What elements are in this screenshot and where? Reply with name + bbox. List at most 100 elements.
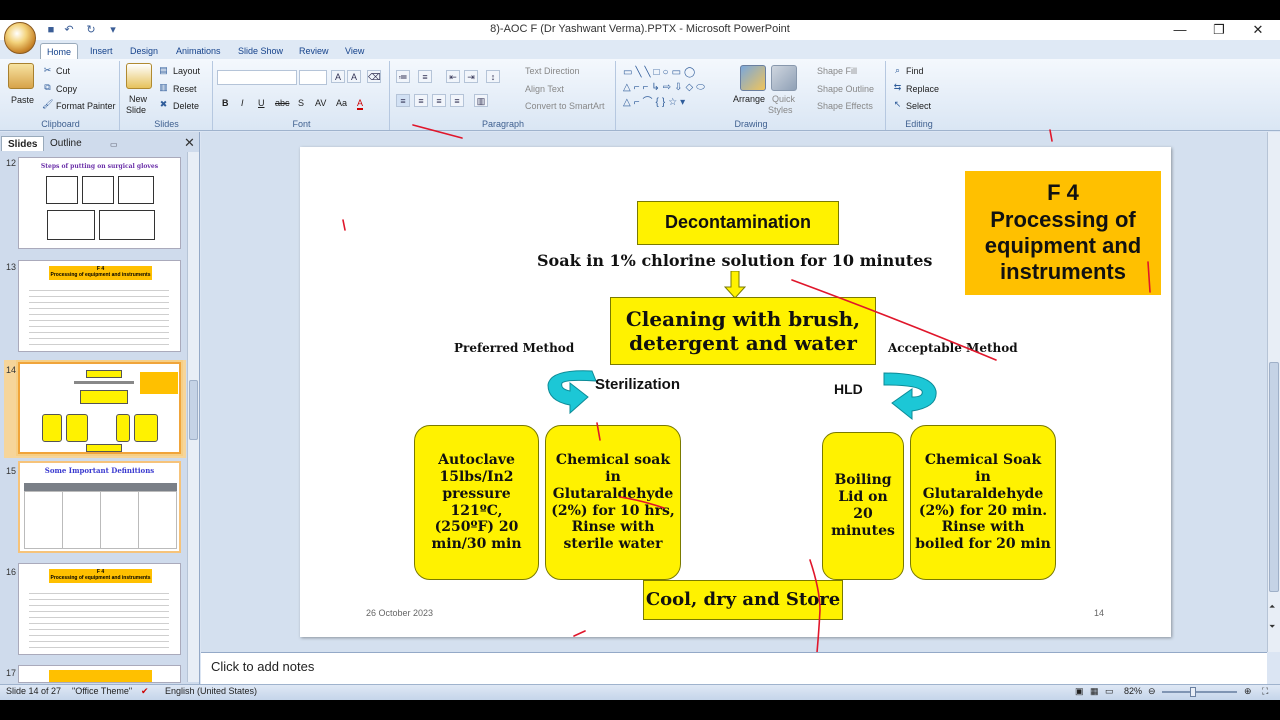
- zoom-slider-thumb[interactable]: [1190, 687, 1196, 697]
- line-spacing-icon[interactable]: ↕: [486, 70, 500, 83]
- columns-icon[interactable]: ▥: [474, 94, 488, 107]
- paste-button[interactable]: Paste: [11, 95, 34, 105]
- increase-indent-icon[interactable]: ⇥: [464, 70, 478, 83]
- boiling-box[interactable]: Boiling Lid on 20 minutes: [822, 432, 904, 580]
- tab-view[interactable]: View: [339, 43, 370, 59]
- font-name-combo[interactable]: [217, 70, 297, 85]
- notes-placeholder[interactable]: Click to add notes: [211, 659, 314, 674]
- delete-button[interactable]: Delete: [173, 101, 199, 111]
- tab-animations[interactable]: Animations: [170, 43, 227, 59]
- cut-button[interactable]: Cut: [56, 66, 70, 76]
- text-direction-button[interactable]: Text Direction: [525, 66, 580, 76]
- office-button-icon[interactable]: [4, 22, 36, 54]
- fit-to-window-icon[interactable]: ⛶: [1262, 686, 1268, 697]
- decontamination-box[interactable]: Decontamination: [637, 201, 839, 245]
- autoclave-box[interactable]: Autoclave 15lbs/In2 pressure 121ºC, (250…: [414, 425, 539, 580]
- decrease-indent-icon[interactable]: ⇤: [446, 70, 460, 83]
- notes-pane[interactable]: Click to add notes: [201, 652, 1267, 684]
- cool-dry-store-box[interactable]: Cool, dry and Store: [643, 580, 843, 620]
- arrange-icon[interactable]: [740, 65, 766, 91]
- quick-styles-label-1[interactable]: Quick: [772, 94, 795, 104]
- zoom-in-icon[interactable]: ⊕: [1244, 686, 1252, 697]
- paste-icon[interactable]: [8, 63, 34, 89]
- redo-icon[interactable]: ↻: [84, 24, 98, 36]
- tab-home[interactable]: Home: [40, 43, 79, 59]
- tab-insert[interactable]: Insert: [84, 43, 119, 59]
- grow-font-icon[interactable]: A: [331, 70, 345, 83]
- format-painter-button[interactable]: Format Painter: [56, 101, 116, 111]
- thumbnail-scroll-thumb[interactable]: [189, 380, 198, 440]
- find-button[interactable]: Find: [906, 66, 924, 76]
- italic-button[interactable]: I: [241, 98, 244, 108]
- clear-format-icon[interactable]: ⌫: [367, 70, 381, 83]
- restore-button[interactable]: ❐: [1199, 22, 1239, 38]
- quick-styles-icon[interactable]: [771, 65, 797, 91]
- sterilization-label[interactable]: Sterilization: [595, 376, 680, 393]
- slide-thumbnail-16[interactable]: F 4 Processing of equipment and instrume…: [18, 563, 181, 655]
- align-text-button[interactable]: Align Text: [525, 84, 564, 94]
- normal-view-icon[interactable]: ▣: [1075, 686, 1084, 697]
- align-center-icon[interactable]: ≡: [414, 94, 428, 107]
- undo-icon[interactable]: ↶: [62, 24, 76, 36]
- thumbnail-scrollbar[interactable]: [187, 152, 199, 682]
- font-color-button[interactable]: A: [357, 98, 364, 110]
- zoom-slider[interactable]: [1162, 691, 1237, 693]
- copy-button[interactable]: Copy: [56, 84, 77, 94]
- shape-outline-button[interactable]: Shape Outline: [817, 84, 874, 94]
- numbering-icon[interactable]: ≡: [418, 70, 432, 83]
- spellcheck-icon[interactable]: ✔: [141, 686, 149, 697]
- slide-scroll-thumb[interactable]: [1269, 362, 1279, 592]
- slide-canvas[interactable]: F 4 Processing of equipment and instrume…: [300, 147, 1171, 637]
- bullets-icon[interactable]: ≔: [396, 70, 410, 83]
- close-button[interactable]: ✕: [1238, 22, 1278, 38]
- slide-thumbnail-12[interactable]: Steps of putting on surgical gloves: [18, 157, 181, 249]
- tab-slides[interactable]: Slides: [1, 136, 45, 151]
- align-left-icon[interactable]: ≡: [396, 94, 410, 107]
- quick-styles-label-2[interactable]: Styles: [768, 105, 793, 115]
- slide-thumbnail-17[interactable]: [18, 665, 181, 683]
- language-status[interactable]: English (United States): [165, 686, 257, 696]
- preferred-method-label[interactable]: Preferred Method: [454, 341, 574, 355]
- slide-vertical-scrollbar[interactable]: ⏶ ⏷: [1267, 132, 1280, 652]
- shadow-button[interactable]: S: [298, 98, 304, 108]
- convert-smartart-button[interactable]: Convert to SmartArt: [525, 101, 605, 111]
- previous-slide-icon[interactable]: ⏶: [1269, 602, 1275, 612]
- save-icon[interactable]: ■: [44, 24, 58, 36]
- replace-button[interactable]: Replace: [906, 84, 939, 94]
- shrink-font-icon[interactable]: A: [347, 70, 361, 83]
- shape-effects-button[interactable]: Shape Effects: [817, 101, 873, 111]
- chemical-hld-box[interactable]: Chemical Soak in Glutaraldehyde (2%) for…: [910, 425, 1056, 580]
- justify-icon[interactable]: ≡: [450, 94, 464, 107]
- slide-thumbnail-13[interactable]: F 4 Processing of equipment and instrume…: [18, 260, 181, 352]
- new-slide-label-1[interactable]: New: [129, 94, 147, 104]
- char-spacing-button[interactable]: AV: [315, 98, 326, 108]
- next-slide-icon[interactable]: ⏷: [1269, 622, 1275, 632]
- slideshow-view-icon[interactable]: ▭: [1105, 686, 1114, 697]
- close-panel-icon[interactable]: ✕: [184, 135, 195, 151]
- slide-sorter-icon[interactable]: ▦: [1090, 686, 1099, 697]
- reset-button[interactable]: Reset: [173, 84, 197, 94]
- zoom-level[interactable]: 82%: [1124, 686, 1142, 696]
- underline-button[interactable]: U: [258, 98, 265, 108]
- qat-customize-icon[interactable]: ▾: [106, 24, 120, 36]
- font-size-combo[interactable]: [299, 70, 327, 85]
- tab-review[interactable]: Review: [293, 43, 335, 59]
- f4-heading-box[interactable]: F 4 Processing of equipment and instrume…: [965, 171, 1161, 295]
- new-slide-icon[interactable]: [126, 63, 152, 89]
- chemical-glutaraldehyde-box[interactable]: Chemical soak in Glutaraldehyde (2%) for…: [545, 425, 681, 580]
- arrange-button[interactable]: Arrange: [733, 94, 765, 104]
- bold-button[interactable]: B: [222, 98, 229, 108]
- soak-text[interactable]: Soak in 1% chlorine solution for 10 minu…: [537, 251, 932, 270]
- zoom-out-icon[interactable]: ⊖: [1148, 686, 1156, 697]
- strikethrough-button[interactable]: abc: [275, 98, 290, 108]
- align-right-icon[interactable]: ≡: [432, 94, 446, 107]
- tab-design[interactable]: Design: [124, 43, 164, 59]
- slide-thumbnail-14[interactable]: [18, 362, 181, 454]
- shapes-gallery-icon[interactable]: ▭╲╲□○▭◯ △⌐⌐↳⇨⇩◇⬭ △⌐⌒{}☆▾: [623, 65, 733, 110]
- minimize-button[interactable]: —: [1160, 22, 1200, 38]
- select-button[interactable]: Select: [906, 101, 931, 111]
- change-case-button[interactable]: Aa: [336, 98, 347, 108]
- slide-thumbnail-15[interactable]: Some Important Definitions: [18, 461, 181, 553]
- shape-fill-button[interactable]: Shape Fill: [817, 66, 857, 76]
- cleaning-box[interactable]: Cleaning with brush, detergent and water: [610, 297, 876, 365]
